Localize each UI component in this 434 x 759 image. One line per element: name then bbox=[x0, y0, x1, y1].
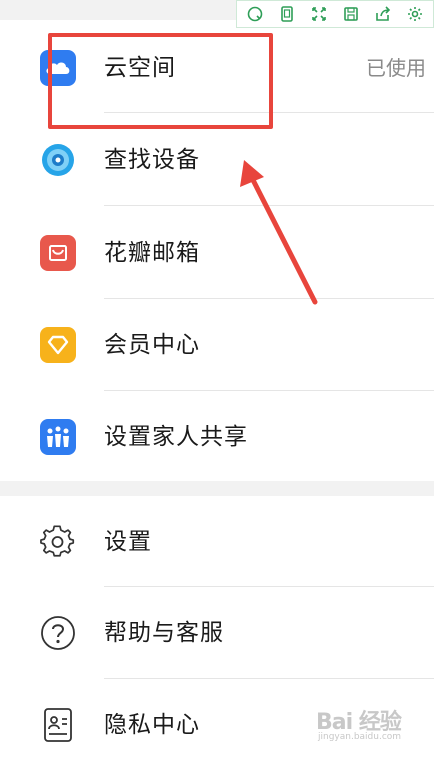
menu-item-label: 设置家人共享 bbox=[104, 424, 248, 450]
help-icon bbox=[40, 615, 76, 651]
gear-icon bbox=[40, 524, 76, 560]
baidu-watermark: Bai 经验 jingyan.baidu.com bbox=[316, 702, 426, 752]
menu-item-family-sharing[interactable]: 设置家人共享 bbox=[0, 391, 434, 481]
privacy-icon bbox=[40, 707, 76, 743]
menu-item-label: 会员中心 bbox=[104, 332, 200, 358]
section-separator bbox=[0, 481, 434, 496]
menu-item-label: 花瓣邮箱 bbox=[104, 240, 200, 266]
menu-item-settings[interactable]: 设置 bbox=[0, 496, 434, 587]
family-sharing-icon bbox=[40, 419, 76, 455]
menu-item-label: 设置 bbox=[104, 529, 152, 555]
menu-item-member-center[interactable]: 会员中心 bbox=[0, 299, 434, 391]
menu-item-petal-mail[interactable]: 花瓣邮箱 bbox=[0, 206, 434, 299]
menu-item-help[interactable]: 帮助与客服 bbox=[0, 587, 434, 679]
highlight-box bbox=[48, 33, 273, 129]
account-menu-page: 云空间 已使用 查找设备 花瓣邮箱 会员中心 设置家人共享 设置 帮助与客服 隐… bbox=[0, 0, 434, 759]
menu-item-label: 隐私中心 bbox=[104, 712, 200, 738]
watermark-url: jingyan.baidu.com bbox=[318, 732, 402, 742]
member-center-icon bbox=[40, 327, 76, 363]
find-device-icon bbox=[40, 142, 76, 178]
petal-mail-icon bbox=[40, 235, 76, 271]
storage-used-label: 已使用 bbox=[366, 56, 426, 80]
menu-item-label: 查找设备 bbox=[104, 147, 200, 173]
menu-item-label: 帮助与客服 bbox=[104, 620, 224, 646]
